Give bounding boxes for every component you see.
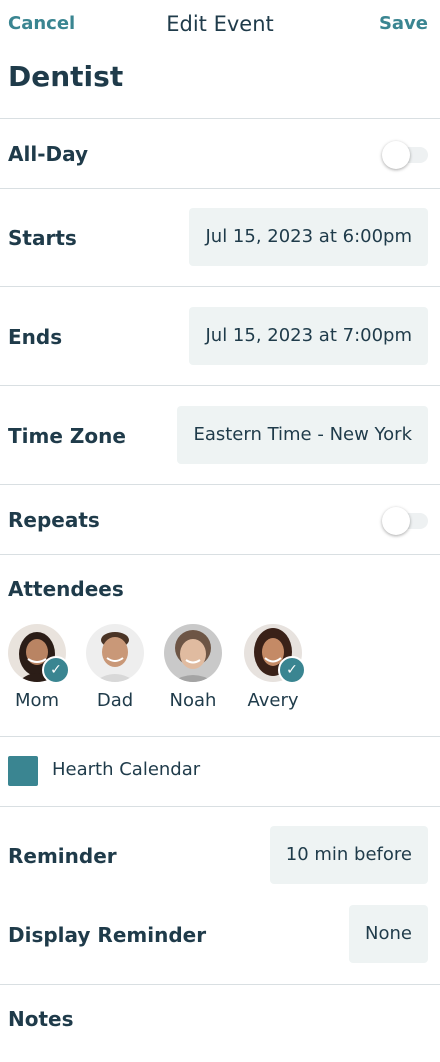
reminder-label: Reminder [8,844,117,868]
check-icon: ✓ [278,656,306,684]
time-zone-label: Time Zone [8,424,126,448]
divider [0,118,440,119]
avatar-photo [164,624,222,682]
toggle-knob [382,507,410,535]
starts-picker[interactable]: Jul 15, 2023 at 6:00pm [189,208,428,266]
divider [0,554,440,555]
event-title[interactable]: Dentist [8,60,123,93]
attendees-list: ✓ Mom Dad Noah ✓ Avery [0,624,440,724]
avatar: ✓ [8,624,70,684]
calendar-color-swatch [8,756,38,786]
avatar [86,624,144,682]
ends-picker[interactable]: Jul 15, 2023 at 7:00pm [189,307,428,365]
all-day-label: All-Day [8,142,89,166]
attendee-name: Avery [247,690,299,711]
toggle-knob [382,141,410,169]
repeats-toggle[interactable] [382,507,428,535]
starts-label: Starts [8,226,77,250]
display-reminder-label: Display Reminder [8,923,207,947]
divider [0,984,440,985]
page-title: Edit Event [166,12,274,36]
check-icon: ✓ [42,656,70,684]
all-day-toggle[interactable] [382,141,428,169]
display-reminder-picker[interactable]: None [349,905,428,963]
repeats-label: Repeats [8,508,100,532]
attendees-label: Attendees [8,577,124,601]
divider [0,806,440,807]
reminder-picker[interactable]: 10 min before [269,826,428,884]
divider [0,736,440,737]
time-zone-picker[interactable]: Eastern Time - New York [177,406,428,464]
avatar: ✓ [244,624,306,684]
attendee-name: Dad [96,690,134,711]
divider [0,286,440,287]
divider [0,385,440,386]
divider [0,484,440,485]
attendee-name: Mom [14,690,60,711]
attendee-avery[interactable]: ✓ Avery [238,624,308,711]
attendee-mom[interactable]: ✓ Mom [2,624,72,711]
divider [0,188,440,189]
top-bar: Cancel Edit Event Save [0,0,440,50]
calendar-name: Hearth Calendar [52,759,201,780]
attendee-dad[interactable]: Dad [80,624,150,711]
avatar [164,624,222,682]
attendee-name: Noah [169,690,217,711]
avatar-photo [86,624,144,682]
notes-label: Notes [8,1007,74,1031]
ends-label: Ends [8,325,63,349]
save-button[interactable]: Save [379,13,428,34]
attendee-noah[interactable]: Noah [158,624,228,711]
